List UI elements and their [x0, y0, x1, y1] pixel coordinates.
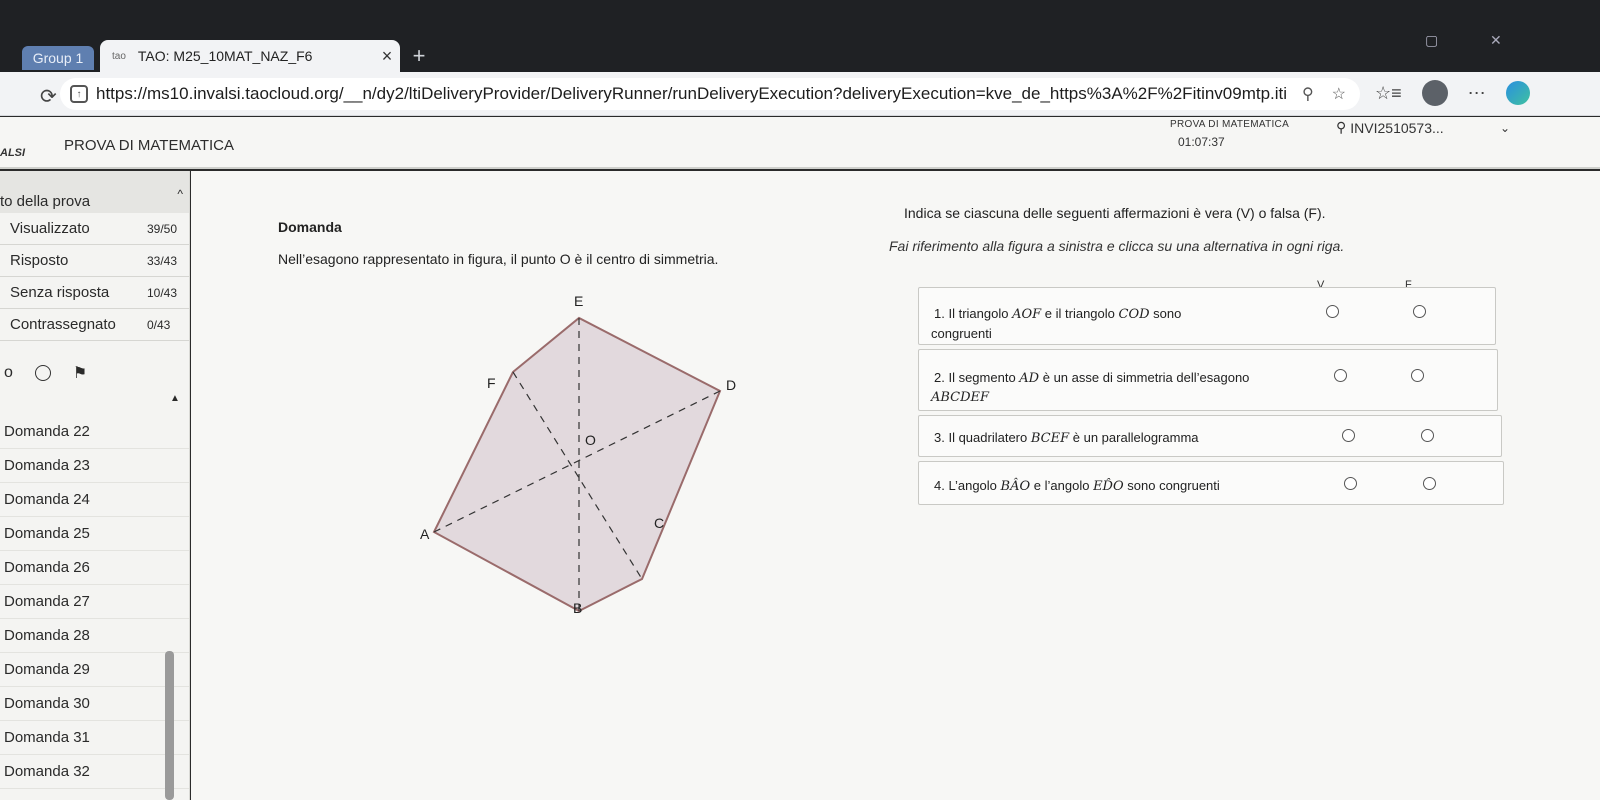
tab-group-label[interactable]: Group 1 [22, 46, 94, 70]
hint-text: Fai riferimento alla figura a sinistra e… [889, 238, 1345, 254]
vertex-label-b: B [573, 600, 582, 616]
app-header: ALSI PROVA DI MATEMATICA PROVA DI MATEMA… [0, 117, 1600, 169]
timer: 01:07:37 [1178, 135, 1225, 149]
statement-1-line1: 1. Il triangolo AOF e il triangolo COD s… [934, 306, 1182, 322]
new-tab-button[interactable]: + [405, 43, 433, 68]
stat-value: 33/43 [147, 253, 178, 268]
user-icon: ⚲ [1336, 119, 1347, 135]
edge-copilot-icon[interactable] [1505, 81, 1530, 105]
radio-false-2[interactable] [1411, 369, 1424, 382]
url-text: https://ms10.invalsi.taocloud.org/__n/dy… [96, 84, 1288, 103]
sidebar-scrollbar[interactable] [165, 651, 174, 800]
question-link[interactable]: Domanda 28 [0, 619, 189, 653]
address-bar-row: ⟳ ↑ https://ms10.invalsi.taocloud.org/__… [0, 72, 1600, 116]
invalsi-logo: ALSI [0, 147, 26, 159]
question-link[interactable]: Domanda 22 [0, 415, 189, 449]
question-link[interactable]: Domanda 31 [0, 721, 189, 755]
stat-flagged[interactable]: Contrassegnato 0/43 [0, 309, 189, 341]
stat-value: 0/43 [147, 317, 171, 332]
stat-label: Risposto [10, 252, 69, 269]
stat-viewed[interactable]: Visualizzato 39/50 [0, 213, 189, 245]
active-tab[interactable]: tao TAO: M25_10MAT_NAZ_F6 × [100, 40, 400, 72]
statement-row-2: 2. Il segmento AD è un asse di simmetria… [918, 349, 1498, 411]
more-icon[interactable]: ⋯ [1468, 83, 1486, 104]
radio-true-4[interactable] [1344, 477, 1357, 490]
vertex-label-f: F [487, 375, 496, 391]
browser-tab-bar: Group 1 tao TAO: M25_10MAT_NAZ_F6 × + ▢ … [0, 0, 1600, 72]
user-menu[interactable]: ⚲ INVI2510573... [1336, 119, 1444, 136]
radio-false-3[interactable] [1421, 429, 1434, 442]
statement-1-line2: congruenti [931, 326, 992, 341]
vertex-label-c: C [654, 515, 664, 531]
review-panel: to della prova ^ Visualizzato 39/50 Risp… [0, 171, 190, 800]
question-link[interactable]: Domanda 26 [0, 551, 189, 585]
tab-favicon-icon: tao [112, 50, 126, 62]
stat-label: Visualizzato [10, 220, 90, 237]
vertex-label-a: A [420, 526, 430, 542]
question-link[interactable]: Domanda 30 [0, 687, 189, 721]
stat-value: 10/43 [147, 285, 178, 300]
question-label: Domanda [278, 219, 342, 235]
statement-2-line1: 2. Il segmento AD è un asse di simmetria… [934, 370, 1250, 386]
radio-true-1[interactable] [1326, 305, 1339, 318]
favorite-star-icon[interactable]: ☆ [1332, 84, 1346, 104]
vertex-label-d: D [726, 377, 736, 393]
profile-avatar-icon[interactable] [1421, 80, 1448, 106]
statement-row-1: 1. Il triangolo AOF e il triangolo COD s… [918, 287, 1496, 345]
vertex-label-e: E [574, 293, 583, 309]
favorites-bar-icon[interactable]: ☆≡ [1375, 83, 1402, 104]
section-collapse[interactable]: ▲ [0, 393, 189, 415]
stat-answered[interactable]: Risposto 33/43 [0, 245, 189, 277]
caret-up-icon[interactable]: ▲ [170, 393, 180, 404]
filter-flagged-icon[interactable]: ⚑ [73, 363, 87, 383]
stat-value: 39/50 [147, 221, 178, 236]
test-name: PROVA DI MATEMATICA [1170, 119, 1290, 130]
question-text: Nell’esagono rappresentato in figura, il… [278, 251, 719, 267]
radio-true-2[interactable] [1334, 369, 1347, 382]
review-panel-header[interactable]: to della prova ^ [0, 171, 189, 213]
close-window-icon[interactable]: ✕ [1490, 32, 1502, 49]
filter-tools: o ⚑ [0, 353, 189, 393]
stat-label: Senza risposta [10, 284, 110, 301]
question-link[interactable]: Domanda 24 [0, 483, 189, 517]
site-info-icon[interactable]: ↑ [70, 85, 88, 103]
radio-false-4[interactable] [1423, 477, 1436, 490]
filter-all-label[interactable]: o [4, 364, 13, 382]
statement-2-line2: ABCDEF [931, 390, 990, 405]
restore-window-icon[interactable]: ▢ [1425, 32, 1438, 49]
instruction-text: Indica se ciascuna delle seguenti afferm… [904, 205, 1326, 221]
statement-3-line1: 3. Il quadrilatero BCEF è un parallelogr… [934, 430, 1199, 446]
radio-false-1[interactable] [1413, 305, 1426, 318]
question-link[interactable]: Domanda 27 [0, 585, 189, 619]
close-tab-icon[interactable]: × [374, 46, 400, 67]
collapse-caret-icon[interactable]: ^ [177, 187, 183, 201]
zoom-icon[interactable]: ⚲ [1302, 84, 1314, 104]
user-id: INVI2510573... [1350, 119, 1444, 136]
question-link[interactable]: Domanda 32 [0, 755, 189, 789]
url-field[interactable]: ↑ https://ms10.invalsi.taocloud.org/__n/… [60, 78, 1360, 110]
statement-row-4: 4. L’angolo BÂO e l’angolo ED̂O sono con… [918, 461, 1504, 505]
review-panel-title: to della prova [0, 193, 91, 210]
radio-true-3[interactable] [1342, 429, 1355, 442]
tab-title: TAO: M25_10MAT_NAZ_F6 [137, 48, 313, 64]
refresh-icon[interactable]: ⟳ [40, 84, 57, 109]
filter-unanswered-icon[interactable] [34, 365, 51, 381]
center-label-o: O [585, 432, 596, 448]
hexagon-figure: E F D O C A B [420, 293, 736, 616]
stat-unanswered[interactable]: Senza risposta 10/43 [0, 277, 189, 309]
statement-row-3: 3. Il quadrilatero BCEF è un parallelogr… [918, 415, 1502, 457]
question-link[interactable]: Domanda 23 [0, 449, 189, 483]
question-link[interactable]: Domanda 29 [0, 653, 189, 687]
hexagon-shape [432, 316, 722, 613]
stat-label: Contrassegnato [10, 316, 116, 333]
question-link[interactable]: Domanda 25 [0, 517, 189, 551]
chevron-down-icon[interactable]: ⌄ [1500, 121, 1510, 135]
app-title: PROVA DI MATEMATICA [64, 137, 235, 154]
statement-4-line1: 4. L’angolo BÂO e l’angolo ED̂O sono con… [934, 478, 1220, 494]
